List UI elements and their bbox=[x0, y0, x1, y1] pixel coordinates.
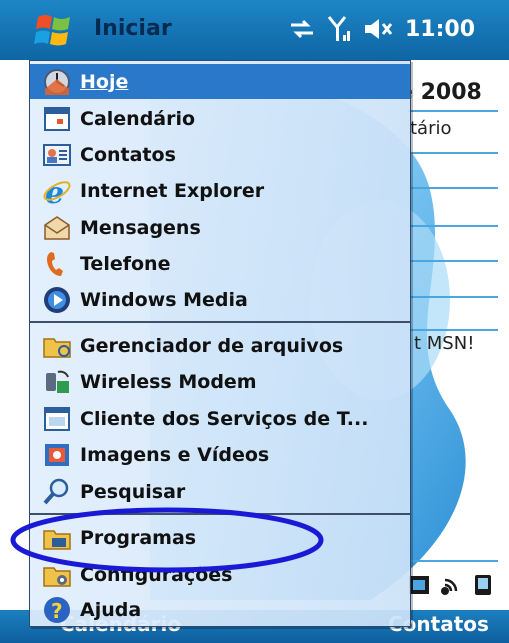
divider bbox=[408, 260, 498, 262]
signal-icon[interactable] bbox=[327, 15, 351, 43]
menu-item-imagens-e-videos[interactable]: Imagens e Vídeos bbox=[30, 437, 410, 472]
msn-text[interactable]: t MSN! bbox=[414, 333, 474, 354]
menu-item-mensagens[interactable]: Mensagens bbox=[30, 210, 410, 245]
menu-item-calendario[interactable]: Calendário bbox=[30, 101, 410, 136]
menu-item-label: Calendário bbox=[80, 107, 196, 130]
menu-item-label: Imagens e Vídeos bbox=[80, 443, 270, 466]
clock[interactable]: 11:00 bbox=[405, 17, 475, 42]
sync-arrows-icon[interactable] bbox=[289, 18, 315, 40]
menu-item-label: Contatos bbox=[80, 143, 176, 166]
divider bbox=[408, 329, 498, 331]
menu-item-cliente-servicos[interactable]: Cliente dos Serviços de T... bbox=[30, 401, 410, 436]
svg-text:?: ? bbox=[51, 599, 63, 623]
internet-explorer-icon: e bbox=[43, 176, 71, 206]
menu-item-gerenciador-de-arquivos[interactable]: Gerenciador de arquivos bbox=[30, 328, 410, 363]
today-icons bbox=[407, 573, 495, 597]
menu-item-label: Gerenciador de arquivos bbox=[80, 334, 344, 357]
today-note[interactable]: tário bbox=[410, 118, 452, 139]
menu-item-ajuda[interactable]: ? Ajuda bbox=[30, 592, 410, 627]
menu-item-label: Wireless Modem bbox=[80, 370, 257, 393]
search-icon bbox=[43, 478, 69, 504]
wireless-modem-icon bbox=[46, 370, 69, 393]
divider bbox=[408, 560, 498, 562]
messages-icon bbox=[44, 215, 70, 240]
menu-separator bbox=[30, 321, 410, 323]
menu-item-pesquisar[interactable]: Pesquisar bbox=[30, 474, 410, 509]
menu-item-label: Telefone bbox=[80, 252, 171, 275]
menu-item-telefone[interactable]: Telefone bbox=[30, 246, 410, 281]
menu-item-label: Windows Media bbox=[80, 288, 248, 311]
pictures-videos-icon bbox=[45, 443, 69, 466]
menu-item-contatos[interactable]: Contatos bbox=[30, 137, 410, 172]
menu-item-wireless-modem[interactable]: Wireless Modem bbox=[30, 364, 410, 399]
help-icon: ? bbox=[44, 596, 70, 623]
menu-item-windows-media[interactable]: Windows Media bbox=[30, 282, 410, 317]
start-title[interactable]: Iniciar bbox=[94, 16, 172, 41]
calendar-icon bbox=[44, 106, 70, 131]
wireless-icon[interactable] bbox=[439, 573, 463, 597]
menu-item-label: Internet Explorer bbox=[80, 179, 265, 202]
file-manager-icon bbox=[43, 337, 71, 358]
menu-item-internet-explorer[interactable]: e Internet Explorer bbox=[30, 173, 410, 208]
today-icon bbox=[44, 68, 70, 95]
menu-item-label: Ajuda bbox=[80, 598, 142, 621]
menu-item-label: Mensagens bbox=[80, 216, 201, 239]
menu-item-label: Hoje bbox=[80, 70, 129, 93]
device-icon[interactable] bbox=[471, 573, 495, 597]
divider bbox=[408, 296, 498, 298]
terminal-services-icon bbox=[44, 406, 70, 431]
menu-item-label: Pesquisar bbox=[80, 480, 186, 503]
title-bar: Iniciar 11:00 bbox=[0, 0, 509, 60]
contacts-icon bbox=[43, 143, 71, 166]
menu-item-label: Cliente dos Serviços de T... bbox=[80, 407, 369, 430]
divider bbox=[408, 187, 498, 189]
divider bbox=[408, 225, 498, 227]
menu-item-hoje[interactable]: Hoje bbox=[30, 64, 410, 99]
divider bbox=[408, 110, 498, 112]
divider bbox=[408, 152, 498, 154]
windows-media-icon bbox=[44, 286, 70, 313]
status-area: 11:00 bbox=[289, 15, 475, 43]
phone-icon bbox=[47, 251, 63, 276]
windows-flag-icon[interactable] bbox=[34, 11, 72, 51]
highlight-ellipse bbox=[10, 507, 324, 573]
speaker-muted-icon[interactable] bbox=[363, 17, 393, 41]
